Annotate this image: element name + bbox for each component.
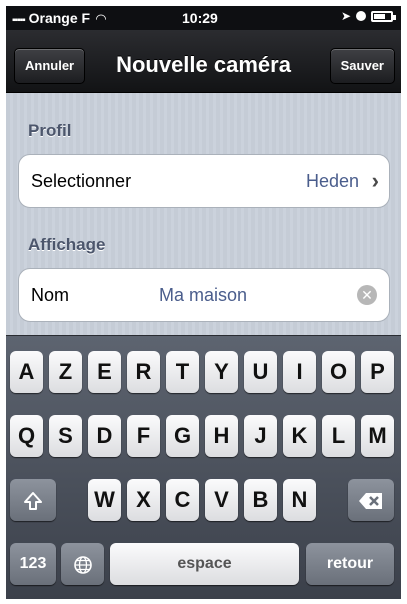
key-e[interactable]: E	[88, 351, 121, 393]
key-i[interactable]: I	[283, 351, 316, 393]
key-q[interactable]: Q	[10, 415, 43, 457]
key-a[interactable]: A	[10, 351, 43, 393]
key-s[interactable]: S	[49, 415, 82, 457]
key-c[interactable]: C	[166, 479, 199, 521]
carrier-indicator: ▪▪▪▪▪ Orange F ◠	[12, 10, 106, 27]
wifi-icon: ◠	[95, 11, 106, 26]
space-key[interactable]: espace	[110, 543, 299, 585]
backspace-key[interactable]	[348, 479, 394, 521]
key-x[interactable]: X	[127, 479, 160, 521]
key-d[interactable]: D	[88, 415, 121, 457]
name-field-row: Nom Ma maison ✕	[18, 268, 390, 322]
globe-icon	[73, 556, 92, 574]
rotation-lock-icon	[356, 11, 366, 21]
key-m[interactable]: M	[361, 415, 394, 457]
name-input[interactable]: Ma maison	[159, 285, 247, 306]
key-w[interactable]: W	[88, 479, 121, 521]
location-icon: ➤	[340, 9, 351, 23]
section-header-profil: Profil	[28, 121, 72, 140]
key-l[interactable]: L	[322, 415, 355, 457]
key-y[interactable]: Y	[205, 351, 238, 393]
key-k[interactable]: K	[283, 415, 316, 457]
status-right-icons: ➤	[340, 9, 396, 23]
shift-key[interactable]	[10, 479, 56, 521]
name-field-label: Nom	[31, 285, 70, 305]
key-j[interactable]: J	[244, 415, 277, 457]
key-h[interactable]: H	[205, 415, 238, 457]
section-header-affichage: Affichage	[28, 235, 106, 254]
carrier-name: Orange F	[28, 10, 91, 26]
key-z[interactable]: Z	[49, 351, 82, 393]
clear-text-icon[interactable]: ✕	[357, 285, 377, 305]
return-key[interactable]: retour	[306, 543, 394, 585]
status-bar: ▪▪▪▪▪ Orange F ◠ 10:29 ➤	[6, 6, 401, 30]
key-g[interactable]: G	[166, 415, 199, 457]
battery-icon	[371, 10, 396, 22]
phone-screen: ▪▪▪▪▪ Orange F ◠ 10:29 ➤ Annuler Nouvell…	[6, 6, 401, 599]
backspace-icon	[359, 493, 382, 510]
profile-select-label: Selectionner	[31, 171, 132, 191]
key-t[interactable]: T	[166, 351, 199, 393]
chevron-right-icon: ›	[371, 168, 379, 193]
key-r[interactable]: R	[127, 351, 160, 393]
key-n[interactable]: N	[283, 479, 316, 521]
key-u[interactable]: U	[244, 351, 277, 393]
signal-icon: ▪▪▪▪▪	[12, 15, 26, 26]
key-f[interactable]: F	[127, 415, 160, 457]
save-button[interactable]: Sauver	[329, 48, 395, 84]
key-p[interactable]: P	[361, 351, 394, 393]
globe-key[interactable]	[61, 543, 104, 585]
settings-table: Profil Selectionner Heden › Affichage No…	[6, 93, 401, 335]
key-o[interactable]: O	[322, 351, 355, 393]
key-v[interactable]: V	[205, 479, 238, 521]
status-time: 10:29	[182, 10, 218, 26]
profile-select-value: Heden	[305, 171, 359, 191]
navigation-bar: Annuler Nouvelle caméra Sauver	[6, 30, 401, 93]
profile-select-row[interactable]: Selectionner Heden ›	[18, 154, 390, 208]
keyboard: A Z E R T Y U I O P Q S D F G H J K L M …	[6, 335, 401, 599]
key-b[interactable]: B	[244, 479, 277, 521]
shift-arrow-icon	[24, 492, 42, 511]
numbers-key[interactable]: 123	[10, 543, 56, 585]
